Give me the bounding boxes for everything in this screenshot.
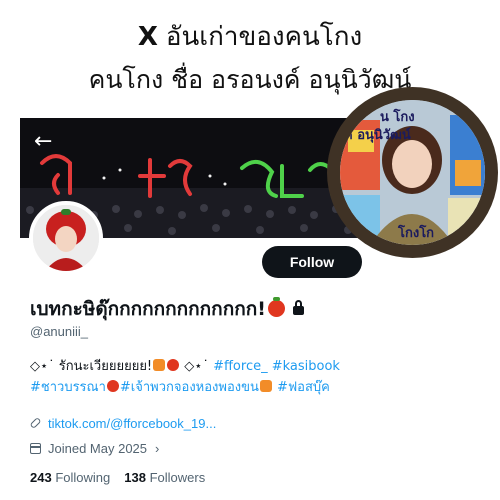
link-icon xyxy=(29,416,42,430)
profile-card: ← Follow เบทกะษิดุ๊กกกกกกกกกกกกก! @anuni… xyxy=(20,118,372,496)
avatar[interactable] xyxy=(29,201,103,275)
hashtag-forcebook[interactable]: #ฟอสบุ๊ค xyxy=(277,380,330,395)
tomato-icon xyxy=(106,380,119,392)
follow-stats: 243 Following 138 Followers xyxy=(30,470,205,485)
following-link[interactable]: 243 Following xyxy=(30,470,110,485)
lock-icon xyxy=(292,300,304,315)
inset-caption-mid: ค์ อนุนิวัฒน์ xyxy=(344,128,411,143)
profile-bio: ◇⋆˙ รักนะเวียยยยยย! ◇⋆˙ #fforce_ #kasibo… xyxy=(30,356,370,398)
hashtag-kasibook[interactable]: #kasibook xyxy=(272,359,340,374)
headline-line-1: X อันเก่าของคนโกง xyxy=(0,16,500,57)
fox-icon xyxy=(153,359,166,371)
profile-link[interactable]: tiktok.com/@fforcebook_19... xyxy=(48,416,216,431)
avatar-image xyxy=(33,205,99,271)
inset-photo: น โกง ค์ อนุนิวัฒน์ โกงโก xyxy=(340,100,485,245)
follow-button[interactable]: Follow xyxy=(262,246,362,278)
hashtag-jaophuak[interactable]: #เจ้าพวกจองหองพองขน xyxy=(120,380,259,395)
profile-link-row: tiktok.com/@fforcebook_19... xyxy=(29,416,216,431)
headline-text-1: อันเก่าของคนโกง xyxy=(165,22,363,52)
hashtag-fforce[interactable]: #fforce_ xyxy=(213,359,268,374)
followers-count: 138 xyxy=(124,470,146,485)
tomato-icon xyxy=(267,297,285,317)
joined-date: Joined May 2025 xyxy=(48,441,148,456)
display-name-text: เบทกะษิดุ๊กกกกกกกกกกกกก! xyxy=(30,298,266,320)
joined-row[interactable]: Joined May 2025 › xyxy=(30,441,159,456)
inset-photo-frame: น โกง ค์ อนุนิวัฒน์ โกงโก xyxy=(327,87,498,258)
fox-icon xyxy=(259,380,272,392)
profile-handle: @anuniii_ xyxy=(30,324,89,339)
following-count: 243 xyxy=(30,470,52,485)
calendar-icon xyxy=(30,443,41,454)
chevron-right-icon: › xyxy=(155,441,160,456)
arrow-left-icon[interactable]: ← xyxy=(34,131,52,153)
bio-text-2: ◇⋆˙ xyxy=(184,359,209,374)
followers-link[interactable]: 138 Followers xyxy=(124,470,205,485)
following-label: Following xyxy=(55,470,111,485)
tomato-icon xyxy=(167,359,180,371)
inset-caption-bottom: โกงโก xyxy=(398,226,435,241)
followers-label: Followers xyxy=(149,470,206,485)
hashtag-chaobanna[interactable]: #ชาวบรรณา xyxy=(30,380,106,395)
display-name: เบทกะษิดุ๊กกกกกกกกกกกกก! xyxy=(30,294,304,324)
x-logo-icon: X xyxy=(137,22,158,52)
bio-text-1: ◇⋆˙ รักนะเวียยยยยย! xyxy=(30,359,153,374)
